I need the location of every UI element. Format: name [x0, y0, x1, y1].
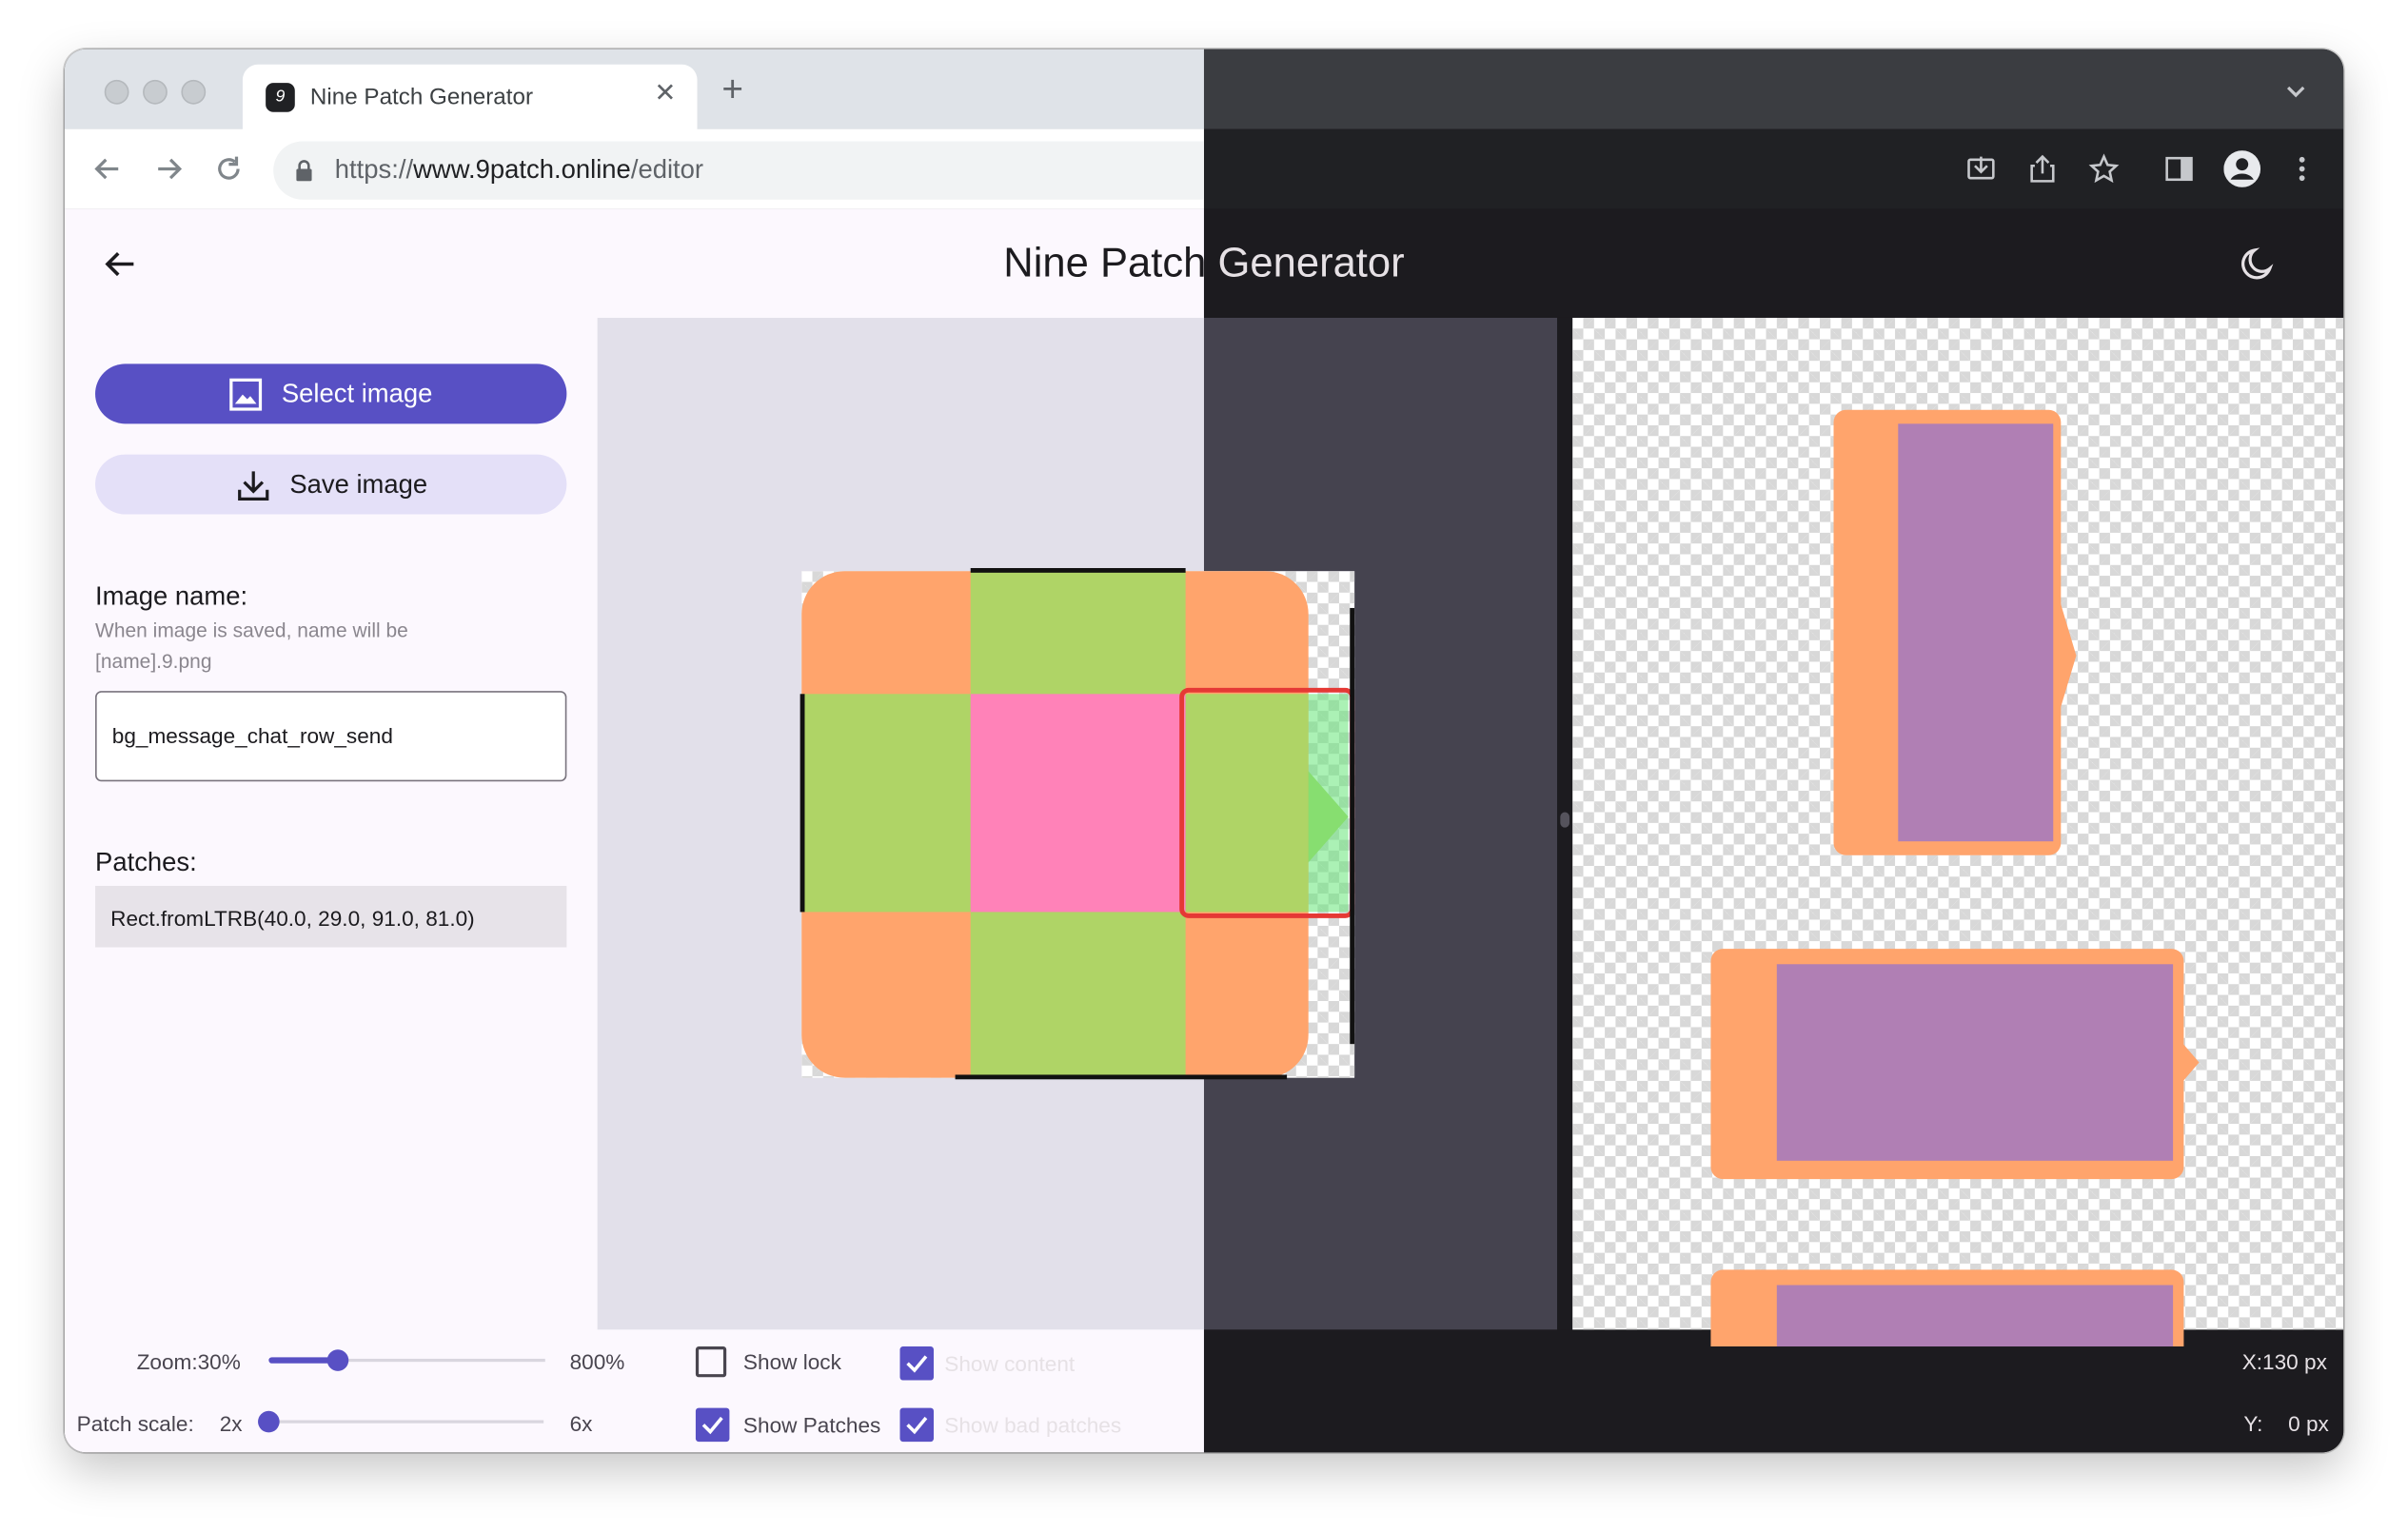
save-image-button[interactable]: Save image	[95, 454, 567, 515]
patch-scale-value: 2x	[219, 1410, 243, 1436]
cursor-y-readout: 0 px	[2288, 1410, 2329, 1436]
url-text[interactable]: https://www.9patch.online/editor	[335, 155, 703, 186]
maximize-window-button[interactable]	[181, 79, 207, 105]
save-image-label: Save image	[289, 468, 428, 499]
preview-bubble-tall	[1833, 409, 2077, 855]
top-patch-marker[interactable]	[970, 567, 1186, 573]
preview-panel	[1572, 317, 2344, 1347]
image-name-label: Image name:	[95, 581, 248, 612]
bottom-content-marker[interactable]	[955, 1074, 1288, 1080]
forward-arrow-icon[interactable]	[153, 153, 184, 193]
lock-icon[interactable]	[295, 160, 313, 189]
back-arrow-icon[interactable]	[92, 153, 123, 193]
select-image-label: Select image	[281, 378, 433, 408]
preview-tail-tall	[2058, 594, 2077, 717]
patches-label: Patches:	[95, 847, 197, 877]
preview-bubble-third	[1710, 1269, 2184, 1347]
cursor-y-label: Y:	[2243, 1410, 2263, 1436]
bookmark-star-icon[interactable]	[2088, 153, 2120, 191]
check-icon	[899, 1407, 935, 1443]
preview-content-third	[1776, 1285, 2174, 1347]
right-content-marker[interactable]	[1350, 607, 1355, 1045]
minimize-window-button[interactable]	[143, 79, 168, 105]
check-icon	[695, 1407, 730, 1443]
new-tab-icon[interactable]: +	[721, 71, 743, 109]
tab-nine-patch[interactable]: 9 Nine Patch Generator ✕	[242, 64, 698, 132]
browser-menu-icon[interactable]	[2298, 153, 2307, 191]
split-handle[interactable]	[1557, 317, 1573, 1330]
image-icon	[229, 377, 263, 410]
left-patch-marker[interactable]	[799, 694, 805, 913]
check-icon	[899, 1346, 935, 1381]
zoom-slider-thumb[interactable]	[326, 1349, 349, 1371]
patches-value: Rect.fromLTRB(40.0, 29.0, 91.0, 81.0)	[110, 905, 475, 931]
center-patch	[970, 694, 1186, 913]
download-icon	[237, 470, 268, 501]
tab-strip-dark	[1203, 49, 2344, 129]
page-title-dark: Nine Patch Generator	[1204, 239, 1405, 286]
show-patches-label: Show Patches	[742, 1412, 881, 1438]
select-image-button[interactable]: Select image	[95, 363, 567, 424]
tab-title: Nine Patch Generator	[309, 84, 534, 111]
zoom-max-label: 800%	[569, 1349, 625, 1375]
bad-patch-outline	[1179, 687, 1355, 918]
preview-tail-wide	[2181, 1040, 2200, 1085]
close-window-button[interactable]	[104, 79, 129, 105]
share-icon[interactable]	[2028, 153, 2056, 191]
side-panel-icon[interactable]	[2163, 153, 2194, 191]
install-app-icon[interactable]	[1965, 153, 1996, 191]
show-content-label: Show content	[944, 1350, 1076, 1376]
preview-bubble-wide	[1710, 949, 2200, 1180]
close-tab-icon[interactable]: ✕	[654, 78, 676, 108]
moon-icon[interactable]	[2239, 245, 2279, 292]
profile-avatar-icon[interactable]	[2223, 150, 2261, 195]
title-dark-clip: Nine Patch Generator	[1204, 208, 2343, 316]
image-name-value[interactable]: bg_message_chat_row_send	[112, 723, 393, 748]
zoom-slider[interactable]	[268, 1348, 545, 1373]
cursor-x-readout: X:130 px	[2241, 1349, 2327, 1375]
favicon-icon: 9	[266, 83, 295, 112]
preview-content-tall	[1898, 423, 2054, 842]
patch-scale-slider[interactable]	[258, 1409, 544, 1434]
patch-scale-max: 6x	[569, 1410, 593, 1436]
patch-scale-label: Patch scale:	[76, 1410, 194, 1436]
show-lock-label: Show lock	[742, 1349, 841, 1375]
preview-content-wide	[1776, 964, 2174, 1161]
patches-box: Rect.fromLTRB(40.0, 29.0, 91.0, 81.0)	[95, 885, 567, 948]
image-name-field[interactable]: bg_message_chat_row_send	[95, 691, 567, 782]
reload-icon[interactable]	[213, 153, 244, 193]
show-bad-patches-label: Show bad patches	[944, 1412, 1122, 1438]
nine-patch-image[interactable]	[799, 567, 1355, 1080]
tab-search-chevron-icon[interactable]	[2285, 80, 2307, 108]
patch-scale-slider-thumb[interactable]	[258, 1410, 280, 1433]
zoom-label: Zoom:30%	[136, 1349, 241, 1375]
image-name-hint: When image is saved, name will be [name]…	[95, 619, 408, 673]
browser-window: 9 Nine Patch Generator ✕ + https://www.9…	[64, 49, 2344, 1453]
